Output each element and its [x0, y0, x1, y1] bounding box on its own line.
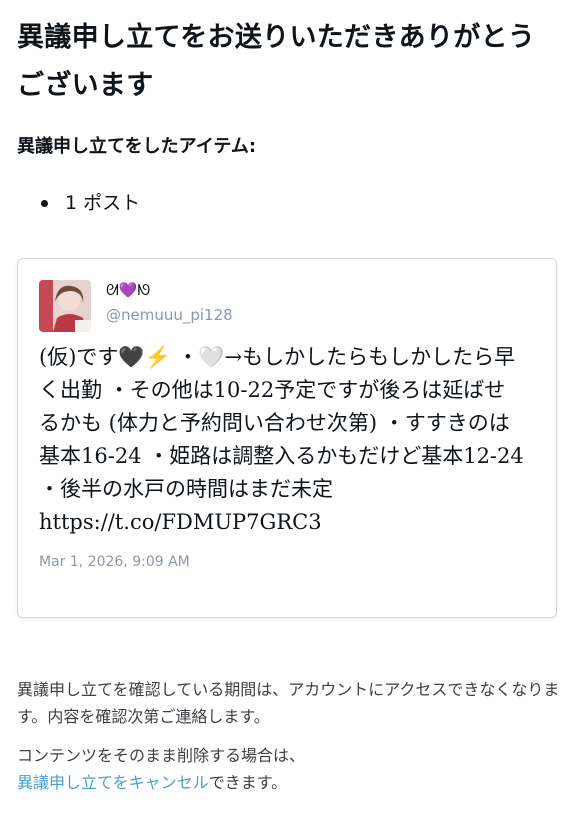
delete-instructions: コンテンツをそのまま削除する場合は、 異議申し立てをキャンセルできます。: [17, 742, 562, 796]
appealed-items-heading: 異議申し立てをしたアイテム:: [17, 136, 257, 157]
post-timestamp: Mar 1, 2026, 9:09 AM: [39, 554, 190, 570]
post-handle: @nemuuu_pi128: [106, 306, 233, 324]
cancel-appeal-link[interactable]: 異議申し立てをキャンセル: [17, 773, 209, 792]
avatar: [39, 280, 91, 332]
avatar-image: [39, 280, 91, 332]
page-title: 異議申し立てをお送りいただきありがとうございます: [17, 22, 536, 101]
appeal-confirmation-page: 異議申し立てをお送りいただきありがとうございます 異議申し立てをしたアイテム: …: [0, 0, 576, 819]
delete-instructions-prefix: コンテンツをそのまま削除する場合は、: [17, 746, 306, 765]
post-text: (仮)です🖤⚡ ・🤍→もしかしたらもしかしたら早く出勤 ・その他は10-22予定…: [39, 345, 524, 534]
bullet-icon: [41, 199, 48, 207]
post-display-name: ᘛ💜ᘚ: [106, 281, 151, 299]
embedded-post-card: ᘛ💜ᘚ @nemuuu_pi128 (仮)です🖤⚡ ・🤍→もしかしたらもしかした…: [17, 258, 557, 618]
list-item: 1 ポスト: [17, 186, 140, 220]
list-item-label: 1 ポスト: [65, 192, 141, 214]
access-notice: 異議申し立てを確認している期間は、アカウントにアクセスできなくなります。内容を確…: [17, 680, 560, 726]
delete-instructions-suffix: できます。: [208, 773, 288, 792]
appealed-items-list: 1 ポスト: [17, 186, 140, 220]
